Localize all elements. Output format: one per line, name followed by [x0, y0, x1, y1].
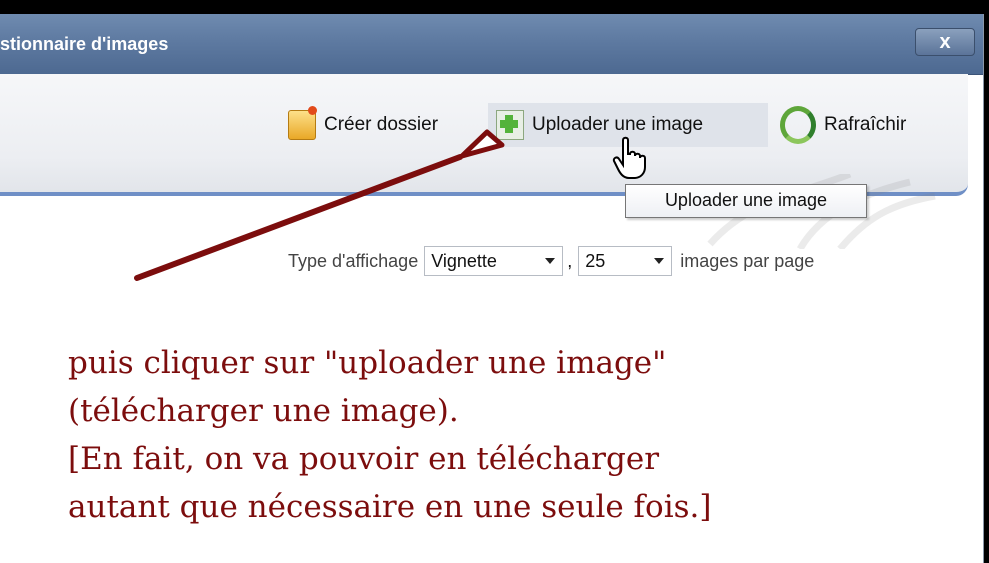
annotation-arrow [134, 129, 505, 281]
screenshot: stionnaire d'images x Créer dossier Uplo… [0, 0, 989, 563]
hand-cursor-icon [612, 136, 646, 179]
